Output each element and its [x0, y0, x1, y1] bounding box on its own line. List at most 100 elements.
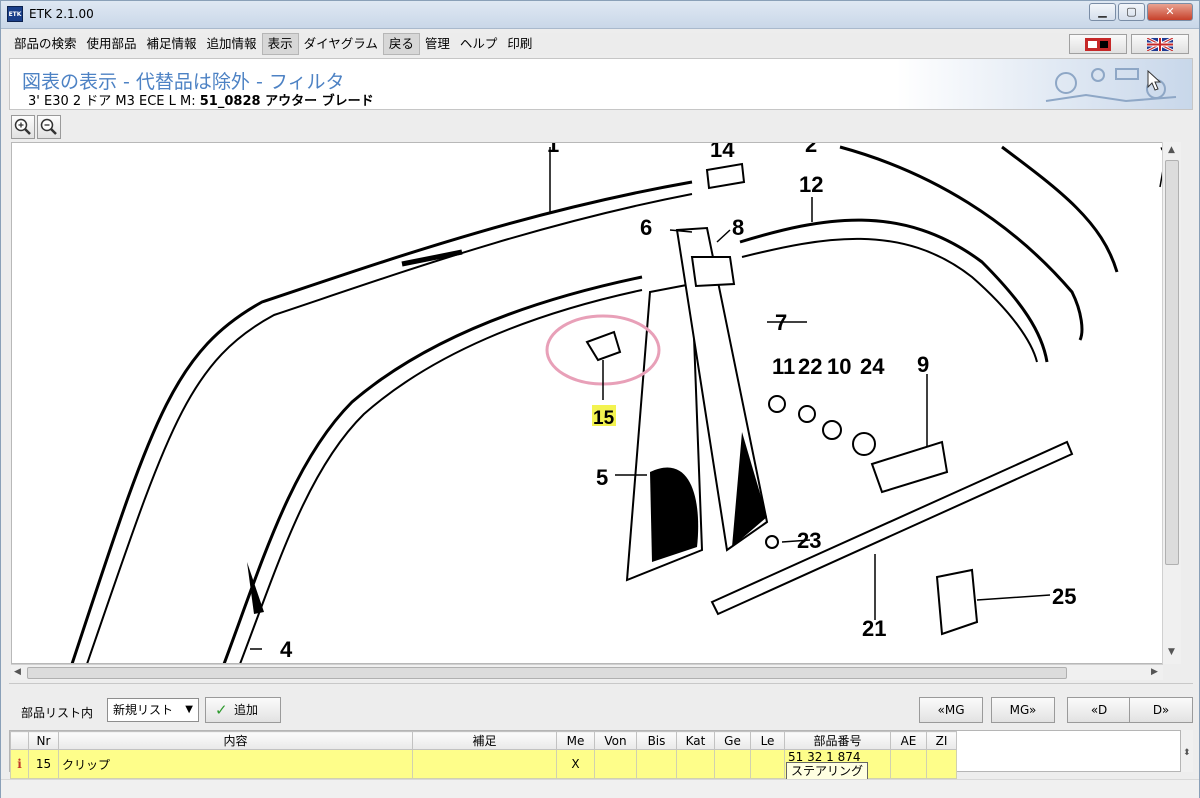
cell-von [594, 749, 637, 779]
add-button-label: 追加 [234, 703, 259, 717]
col-me[interactable]: Me [556, 731, 595, 750]
next-d-button[interactable]: D» [1129, 697, 1193, 723]
page-subtitle: 3' E30 2 ドア M3 ECE L M: 51_0828 アウター ブレー… [28, 90, 374, 109]
callout-15[interactable]: 15 [593, 408, 615, 429]
col-bis[interactable]: Bis [636, 731, 677, 750]
col-supplement[interactable]: 補足 [412, 731, 557, 750]
parts-table: Nr 内容 補足 Me Von Bis Kat Ge Le 部品番号 AE ZI… [9, 730, 1181, 779]
callout-11[interactable]: 11 [772, 354, 795, 379]
menu-diagram[interactable]: ダイヤグラム [299, 33, 383, 55]
region-flag-button[interactable] [1069, 34, 1127, 54]
scroll-up-icon[interactable]: ▲ [1168, 145, 1175, 155]
callout-14[interactable]: 14 [710, 143, 735, 162]
cell-me: X [556, 749, 595, 779]
part-8-clip [690, 256, 736, 288]
tooltip: ステアリング [786, 762, 869, 780]
cell-supplement [412, 749, 557, 779]
col-info[interactable] [10, 731, 29, 750]
callout-2[interactable]: 2 [805, 143, 817, 157]
col-kat[interactable]: Kat [676, 731, 715, 750]
maximize-button[interactable]: ▢ [1118, 3, 1145, 21]
part-2-arc [839, 145, 1084, 341]
callout-9[interactable]: 9 [917, 352, 929, 377]
etk-app-icon: ETK [7, 6, 23, 22]
next-mg-button[interactable]: MG» [991, 697, 1055, 723]
close-button[interactable]: ✕ [1147, 3, 1193, 21]
col-description[interactable]: 内容 [58, 731, 413, 750]
menu-admin[interactable]: 管理 [420, 33, 455, 55]
col-part-number[interactable]: 部品番号 [784, 731, 891, 750]
table-scrollbar[interactable]: ⬍ [1181, 730, 1193, 772]
page-header: 図表の表示 - 代替品は除外 - フィルタ 3' E30 2 ドア M3 ECE… [9, 58, 1193, 110]
menu-back[interactable]: 戻る [382, 33, 420, 55]
callout-22[interactable]: 22 [798, 354, 822, 379]
zoom-out-icon [40, 118, 57, 135]
part-12-arc-inner [741, 237, 1038, 363]
table-header-row: Nr 内容 補足 Me Von Bis Kat Ge Le 部品番号 AE ZI [10, 731, 957, 750]
menu-help[interactable]: ヘルプ [455, 33, 503, 55]
menu-print[interactable]: 印刷 [502, 33, 537, 55]
part-14-grommet [705, 162, 746, 190]
part-24-washer [852, 432, 876, 456]
zoom-out-button[interactable] [37, 115, 61, 139]
diagram-name: 51_0828 アウター ブレード [199, 94, 374, 109]
callout-23[interactable]: 23 [797, 528, 821, 553]
scroll-right-icon[interactable]: ▶ [1151, 667, 1158, 677]
parts-diagram[interactable]: 1 14 2 3 12 6 8 7 11 22 10 24 9 5 23 25 … [11, 142, 1181, 664]
diagram-vertical-scrollbar[interactable]: ▲ ▼ [1162, 142, 1181, 664]
add-button[interactable]: ✓ 追加 [205, 697, 281, 723]
callout-25[interactable]: 25 [1052, 584, 1076, 609]
menu-view[interactable]: 表示 [261, 33, 299, 55]
cell-le [750, 749, 785, 779]
uk-flag-icon [1147, 38, 1173, 51]
part-15-clip [585, 330, 622, 362]
col-nr[interactable]: Nr [28, 731, 59, 750]
window-title: ETK 2.1.00 [29, 7, 94, 21]
menu-supplementary-info[interactable]: 補足情報 [142, 33, 202, 55]
language-flag-button[interactable] [1131, 34, 1189, 54]
callout-12[interactable]: 12 [799, 172, 823, 197]
minimize-button[interactable]: ▁ [1089, 3, 1116, 21]
callout-24[interactable]: 24 [860, 354, 885, 379]
cell-description: クリップ [58, 749, 413, 779]
part-3-arc [1001, 145, 1119, 273]
list-select[interactable]: 新規リスト ▼ [107, 698, 199, 722]
horizontal-scroll-thumb[interactable] [27, 667, 1067, 679]
table-scroll-icon[interactable]: ⬍ [1183, 748, 1191, 758]
title-bar: ETK ETK 2.1.00 ▁ ▢ ✕ [1, 1, 1199, 29]
status-bar [1, 779, 1199, 798]
scroll-down-icon[interactable]: ▼ [1168, 647, 1175, 657]
list-select-value: 新規リスト [113, 703, 174, 717]
callout-7[interactable]: 7 [775, 310, 787, 335]
menu-parts-search[interactable]: 部品の検索 [9, 33, 82, 55]
col-zi[interactable]: ZI [926, 731, 957, 750]
callout-1[interactable]: 1 [547, 143, 559, 157]
diagram-horizontal-scrollbar[interactable]: ◀ ▶ [11, 664, 1163, 680]
etk-window: ETK ETK 2.1.00 ▁ ▢ ✕ 部品の検索 使用部品 補足情報 追加情… [0, 0, 1200, 798]
region-flag-icon [1085, 38, 1111, 51]
window-controls: ▁ ▢ ✕ [1089, 3, 1193, 21]
callout-5[interactable]: 5 [596, 465, 608, 490]
col-le[interactable]: Le [750, 731, 785, 750]
info-icon[interactable]: i [10, 749, 29, 779]
col-ae[interactable]: AE [890, 731, 927, 750]
zoom-in-button[interactable] [11, 115, 35, 139]
col-von[interactable]: Von [594, 731, 637, 750]
callout-10[interactable]: 10 [827, 354, 851, 379]
cell-zi [926, 749, 957, 779]
prev-mg-button[interactable]: «MG [919, 697, 983, 723]
callout-6[interactable]: 6 [640, 215, 652, 240]
part-23-plug [765, 535, 779, 549]
prev-d-button[interactable]: «D [1067, 697, 1131, 723]
menu-additional-info[interactable]: 追加情報 [202, 33, 262, 55]
part-10-washer [822, 420, 842, 440]
menu-used-parts[interactable]: 使用部品 [82, 33, 142, 55]
callout-4[interactable]: 4 [280, 637, 293, 662]
callout-21[interactable]: 21 [862, 616, 886, 641]
trim-detail [247, 562, 264, 614]
pane-splitter[interactable] [9, 683, 1193, 689]
vertical-scroll-thumb[interactable] [1165, 160, 1179, 565]
scroll-left-icon[interactable]: ◀ [14, 667, 21, 677]
callout-8[interactable]: 8 [732, 215, 744, 240]
col-ge[interactable]: Ge [714, 731, 751, 750]
